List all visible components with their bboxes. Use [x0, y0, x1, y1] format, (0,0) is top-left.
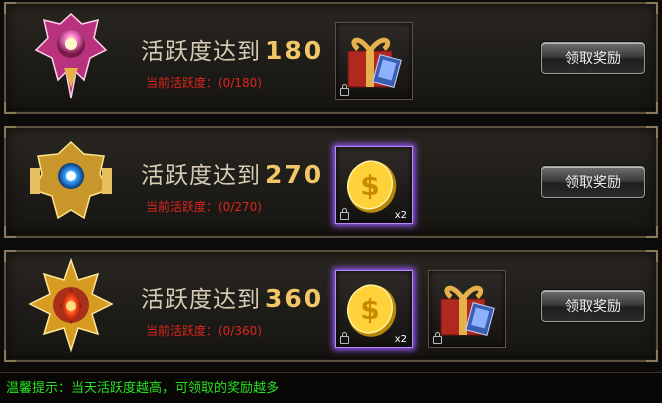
tip-text: 温馨提示：当天活跃度越高，可领取的奖励越多: [6, 381, 280, 396]
gold-coin-icon: $: [347, 160, 397, 213]
gift-box-icon: [347, 37, 402, 88]
gift-box-icon: [440, 285, 495, 336]
reward-slot-gift[interactable]: [428, 270, 506, 348]
target-title: 活跃度达到 180: [141, 36, 324, 65]
reward-slot-coin[interactable]: $ x2: [335, 146, 413, 224]
lock-icon: [340, 84, 349, 96]
tier1-emblem-icon: [34, 12, 108, 99]
target-value: 270: [265, 160, 324, 189]
target-title: 活跃度达到 270: [141, 160, 324, 189]
lock-icon: [433, 332, 442, 344]
gold-coin-icon: $: [347, 284, 397, 337]
reward-slot-coin[interactable]: $ x2: [335, 270, 413, 348]
reward-row-180: 活跃度达到 180 当前活跃度：(0/180) 领取奖励: [4, 2, 658, 114]
tier2-emblem-icon: [30, 140, 112, 220]
reward-quantity: x2: [394, 334, 407, 345]
target-value: 180: [265, 36, 324, 65]
reward-quantity: x2: [394, 210, 407, 221]
lock-icon: [340, 332, 349, 344]
claim-reward-button[interactable]: 领取奖励: [541, 42, 645, 74]
progress-text: 当前活跃度：(0/180): [146, 76, 262, 90]
target-value: 360: [265, 284, 324, 313]
claim-reward-button[interactable]: 领取奖励: [541, 290, 645, 322]
tip-bar: 温馨提示：当天活跃度越高，可领取的奖励越多: [0, 372, 662, 403]
claim-reward-button[interactable]: 领取奖励: [541, 166, 645, 198]
target-title: 活跃度达到 360: [141, 284, 324, 313]
progress-text: 当前活跃度：(0/270): [146, 200, 262, 214]
reward-slot-gift[interactable]: [335, 22, 413, 100]
reward-row-360: 活跃度达到 360 当前活跃度：(0/360) $ x2 领取奖励: [4, 250, 658, 362]
lock-icon: [340, 208, 349, 220]
svg-text:$: $: [360, 169, 379, 202]
reward-row-270: 活跃度达到 270 当前活跃度：(0/270) $ x2 领取奖励: [4, 126, 658, 238]
svg-text:$: $: [360, 293, 379, 326]
tier3-emblem-icon: [28, 258, 114, 353]
progress-text: 当前活跃度：(0/360): [146, 324, 262, 338]
